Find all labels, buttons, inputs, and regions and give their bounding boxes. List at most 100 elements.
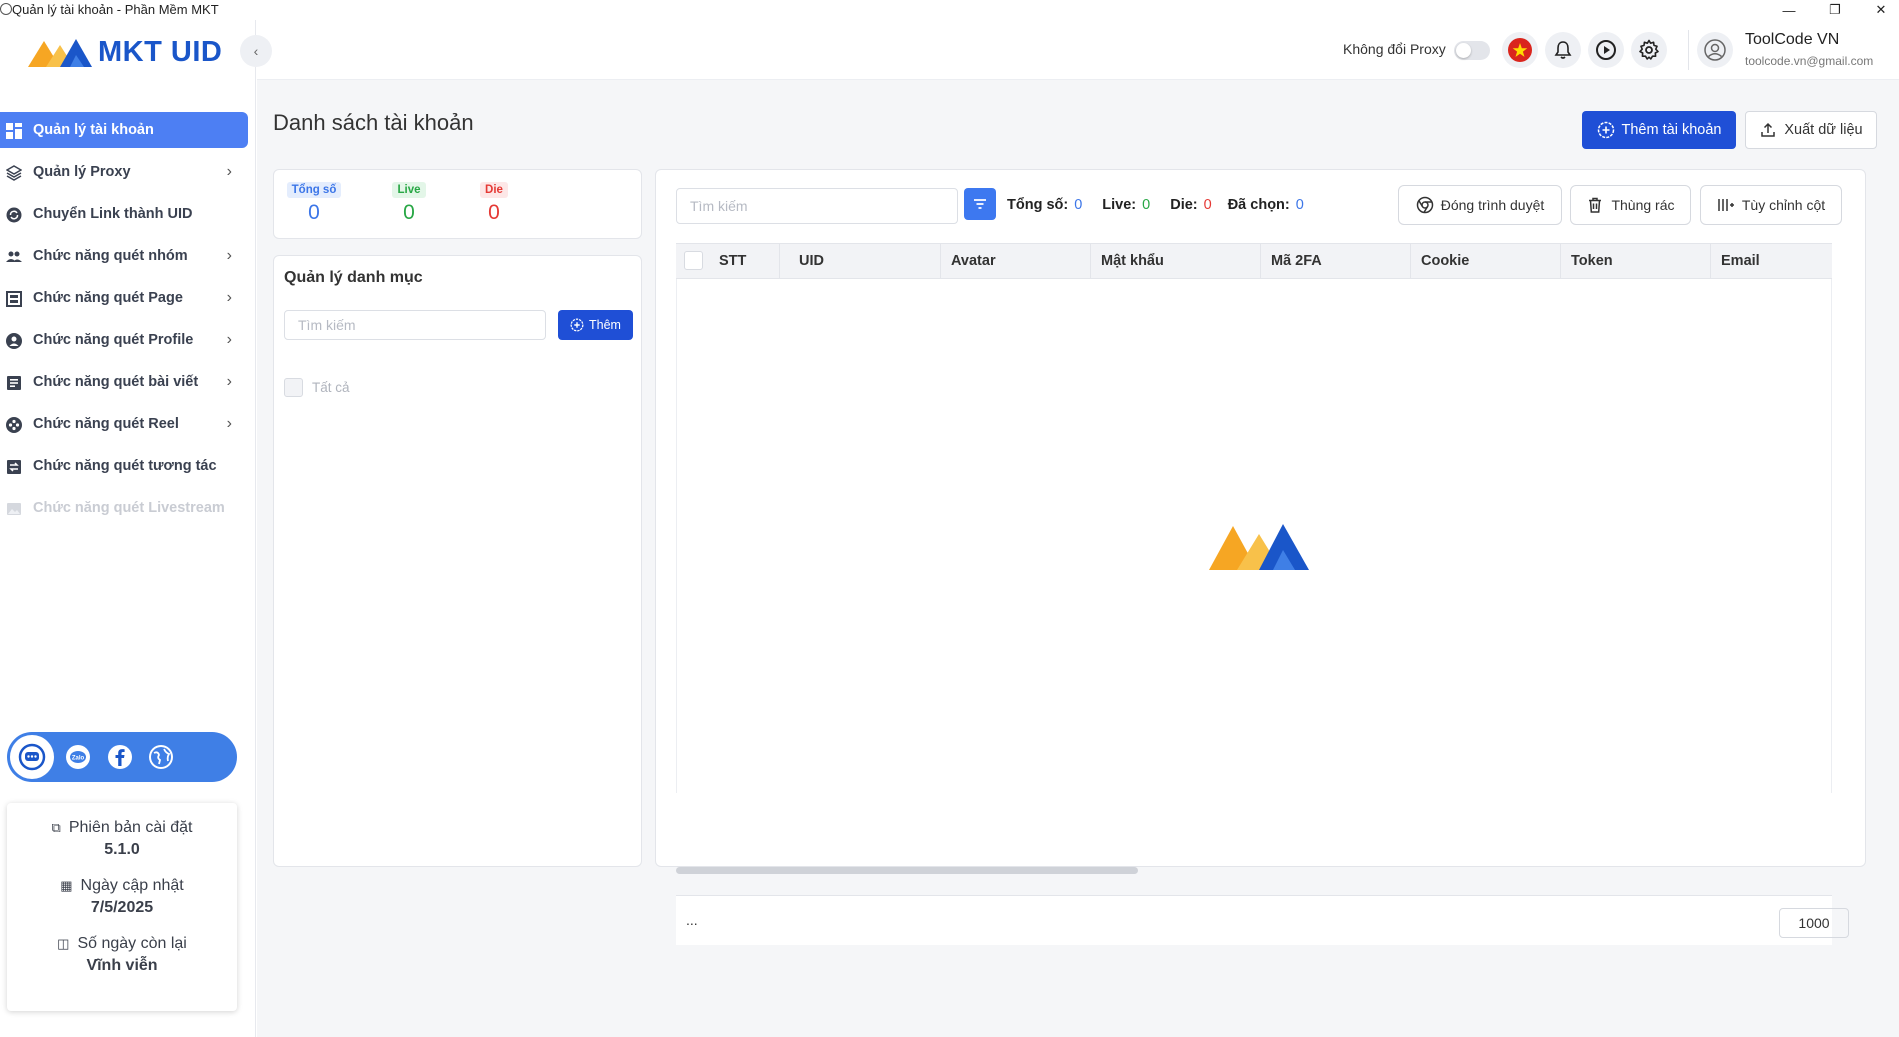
window-title: Quản lý tài khoản - Phần Mềm MKT xyxy=(12,2,219,17)
count-total-value: 0 xyxy=(1074,197,1083,213)
category-search-input[interactable]: Tìm kiếm xyxy=(284,310,546,340)
sidebar-item-proxy[interactable]: Quản lý Proxy › xyxy=(0,154,248,190)
count-total-label: Tổng số: xyxy=(1007,197,1069,213)
col-password[interactable]: Mật khẩu xyxy=(1101,253,1164,269)
col-avatar[interactable]: Avatar xyxy=(951,253,996,269)
refresh-circle-icon xyxy=(6,207,22,223)
col-divider xyxy=(779,244,780,278)
version-update-row: ▦ Ngày cập nhật 7/5/2025 xyxy=(7,877,237,917)
account-search-input[interactable]: Tìm kiếm xyxy=(676,188,958,224)
sidebar-item-scan-profile[interactable]: Chức năng quét Profile › xyxy=(0,322,248,358)
support-chat-button[interactable] xyxy=(10,735,54,779)
export-data-button[interactable]: Xuất dữ liệu xyxy=(1745,111,1877,149)
sidebar-item-label: Chức năng quét bài viết xyxy=(33,374,199,390)
stat-total-value: 0 xyxy=(308,201,320,224)
tutorial-video-button[interactable] xyxy=(1588,32,1624,68)
facebook-icon xyxy=(108,745,132,769)
stat-die: Die 0 xyxy=(464,180,524,225)
col-divider xyxy=(1560,244,1561,278)
filter-button[interactable] xyxy=(964,188,996,220)
update-value: 7/5/2025 xyxy=(90,899,154,916)
notification-button[interactable] xyxy=(1545,32,1581,68)
proxy-label: Không đổi Proxy xyxy=(1343,41,1446,57)
col-token[interactable]: Token xyxy=(1571,253,1613,269)
customize-columns-button[interactable]: Tùy chỉnh cột xyxy=(1700,185,1842,225)
settings-button[interactable] xyxy=(1631,32,1667,68)
sidebar-item-accounts[interactable]: Quản lý tài khoản xyxy=(0,112,248,148)
chevron-right-icon: › xyxy=(226,331,232,348)
header-divider xyxy=(1688,30,1689,70)
install-label: Phiên bản cài đặt xyxy=(68,819,193,836)
loading-logo-icon xyxy=(1209,524,1309,570)
export-data-label: Xuất dữ liệu xyxy=(1784,122,1863,138)
add-circle-icon xyxy=(570,318,584,332)
horizontal-scrollbar[interactable] xyxy=(676,867,1138,874)
col-uid[interactable]: UID xyxy=(799,253,824,269)
sidebar-item-scan-group[interactable]: Chức năng quét nhóm › xyxy=(0,238,248,274)
website-button[interactable] xyxy=(144,740,178,774)
col-divider xyxy=(1710,244,1711,278)
minimize-button[interactable]: — xyxy=(1766,0,1812,20)
add-category-button[interactable]: Thêm xyxy=(558,310,633,340)
trash-button[interactable]: Thùng rác xyxy=(1570,185,1691,225)
sidebar: MKT UID ‹ Quản lý tài khoản Quản lý Prox… xyxy=(0,20,272,1037)
user-avatar[interactable] xyxy=(1697,32,1733,68)
close-browser-button[interactable]: Đóng trình duyệt xyxy=(1398,185,1562,225)
zalo-button[interactable]: Zalo xyxy=(61,740,95,774)
globe-icon xyxy=(149,745,173,769)
stat-die-label: Die xyxy=(480,182,508,198)
category-all-checkbox[interactable] xyxy=(284,378,303,397)
add-account-label: Thêm tài khoản xyxy=(1621,122,1722,138)
sidebar-item-label: Quản lý tài khoản xyxy=(33,122,154,138)
version-icon: ⧉ xyxy=(51,820,61,835)
col-cookie[interactable]: Cookie xyxy=(1421,253,1469,269)
count-selected-value: 0 xyxy=(1295,197,1304,213)
col-email[interactable]: Email xyxy=(1721,253,1760,269)
sidebar-item-link-to-uid[interactable]: Chuyển Link thành UID xyxy=(0,196,248,232)
play-circle-icon xyxy=(1596,40,1616,60)
proxy-toggle[interactable] xyxy=(1454,41,1490,60)
app-icon xyxy=(0,3,12,15)
chevron-right-icon: › xyxy=(226,289,232,306)
group-icon xyxy=(6,251,22,262)
count-live-label: Live: xyxy=(1102,197,1137,213)
add-category-label: Thêm xyxy=(589,318,621,332)
sidebar-item-scan-interaction[interactable]: Chức năng quét tương tác xyxy=(0,448,248,484)
add-circle-icon xyxy=(1597,121,1614,139)
col-divider xyxy=(940,244,941,278)
header: Không đổi Proxy ToolCode VN toolcode.vn@… xyxy=(257,20,1899,80)
col-stt[interactable]: STT xyxy=(719,253,746,269)
language-button[interactable] xyxy=(1502,32,1538,68)
sidebar-item-label: Chức năng quét Profile xyxy=(33,332,194,348)
select-all-checkbox[interactable] xyxy=(684,251,703,270)
col-2fa[interactable]: Mã 2FA xyxy=(1271,253,1322,269)
customize-columns-label: Tùy chỉnh cột xyxy=(1741,197,1826,213)
col-divider xyxy=(1260,244,1261,278)
add-account-button[interactable]: Thêm tài khoản xyxy=(1582,111,1736,149)
user-circle-icon xyxy=(1704,39,1726,61)
upload-icon xyxy=(1761,122,1776,137)
sidebar-item-scan-page[interactable]: Chức năng quét Page › xyxy=(0,280,248,316)
zalo-icon: Zalo xyxy=(66,745,90,769)
count-die-value: 0 xyxy=(1203,197,1212,213)
collapse-sidebar-button[interactable]: ‹ xyxy=(240,35,272,67)
page-size-select[interactable]: 1000 xyxy=(1779,908,1849,938)
account-counts: Tổng số: 0 Live: 0 Die: 0 Đã chọn: 0 xyxy=(1007,197,1304,213)
logo-text: MKT UID xyxy=(98,35,223,68)
sidebar-item-scan-reel[interactable]: Chức năng quét Reel › xyxy=(0,406,248,442)
remaining-value: Vĩnh viễn xyxy=(86,957,158,974)
box-icon: ◫ xyxy=(57,936,70,951)
social-bar: Zalo xyxy=(7,732,237,782)
table-header: STT UID Avatar Mật khẩu Mã 2FA Cookie To… xyxy=(676,243,1832,279)
window-titlebar: Quản lý tài khoản - Phần Mềm MKT — ❐ ✕ xyxy=(0,0,1899,20)
sidebar-item-scan-post[interactable]: Chức năng quét bài viết › xyxy=(0,364,248,400)
facebook-button[interactable] xyxy=(103,740,137,774)
user-email: toolcode.vn@gmail.com xyxy=(1745,54,1874,68)
layers-icon xyxy=(6,165,22,181)
logo[interactable]: MKT UID xyxy=(26,34,222,70)
count-live-value: 0 xyxy=(1142,197,1151,213)
chevron-right-icon: › xyxy=(226,415,232,432)
restore-button[interactable]: ❐ xyxy=(1812,0,1858,20)
col-divider xyxy=(1410,244,1411,278)
close-button[interactable]: ✕ xyxy=(1858,0,1899,20)
